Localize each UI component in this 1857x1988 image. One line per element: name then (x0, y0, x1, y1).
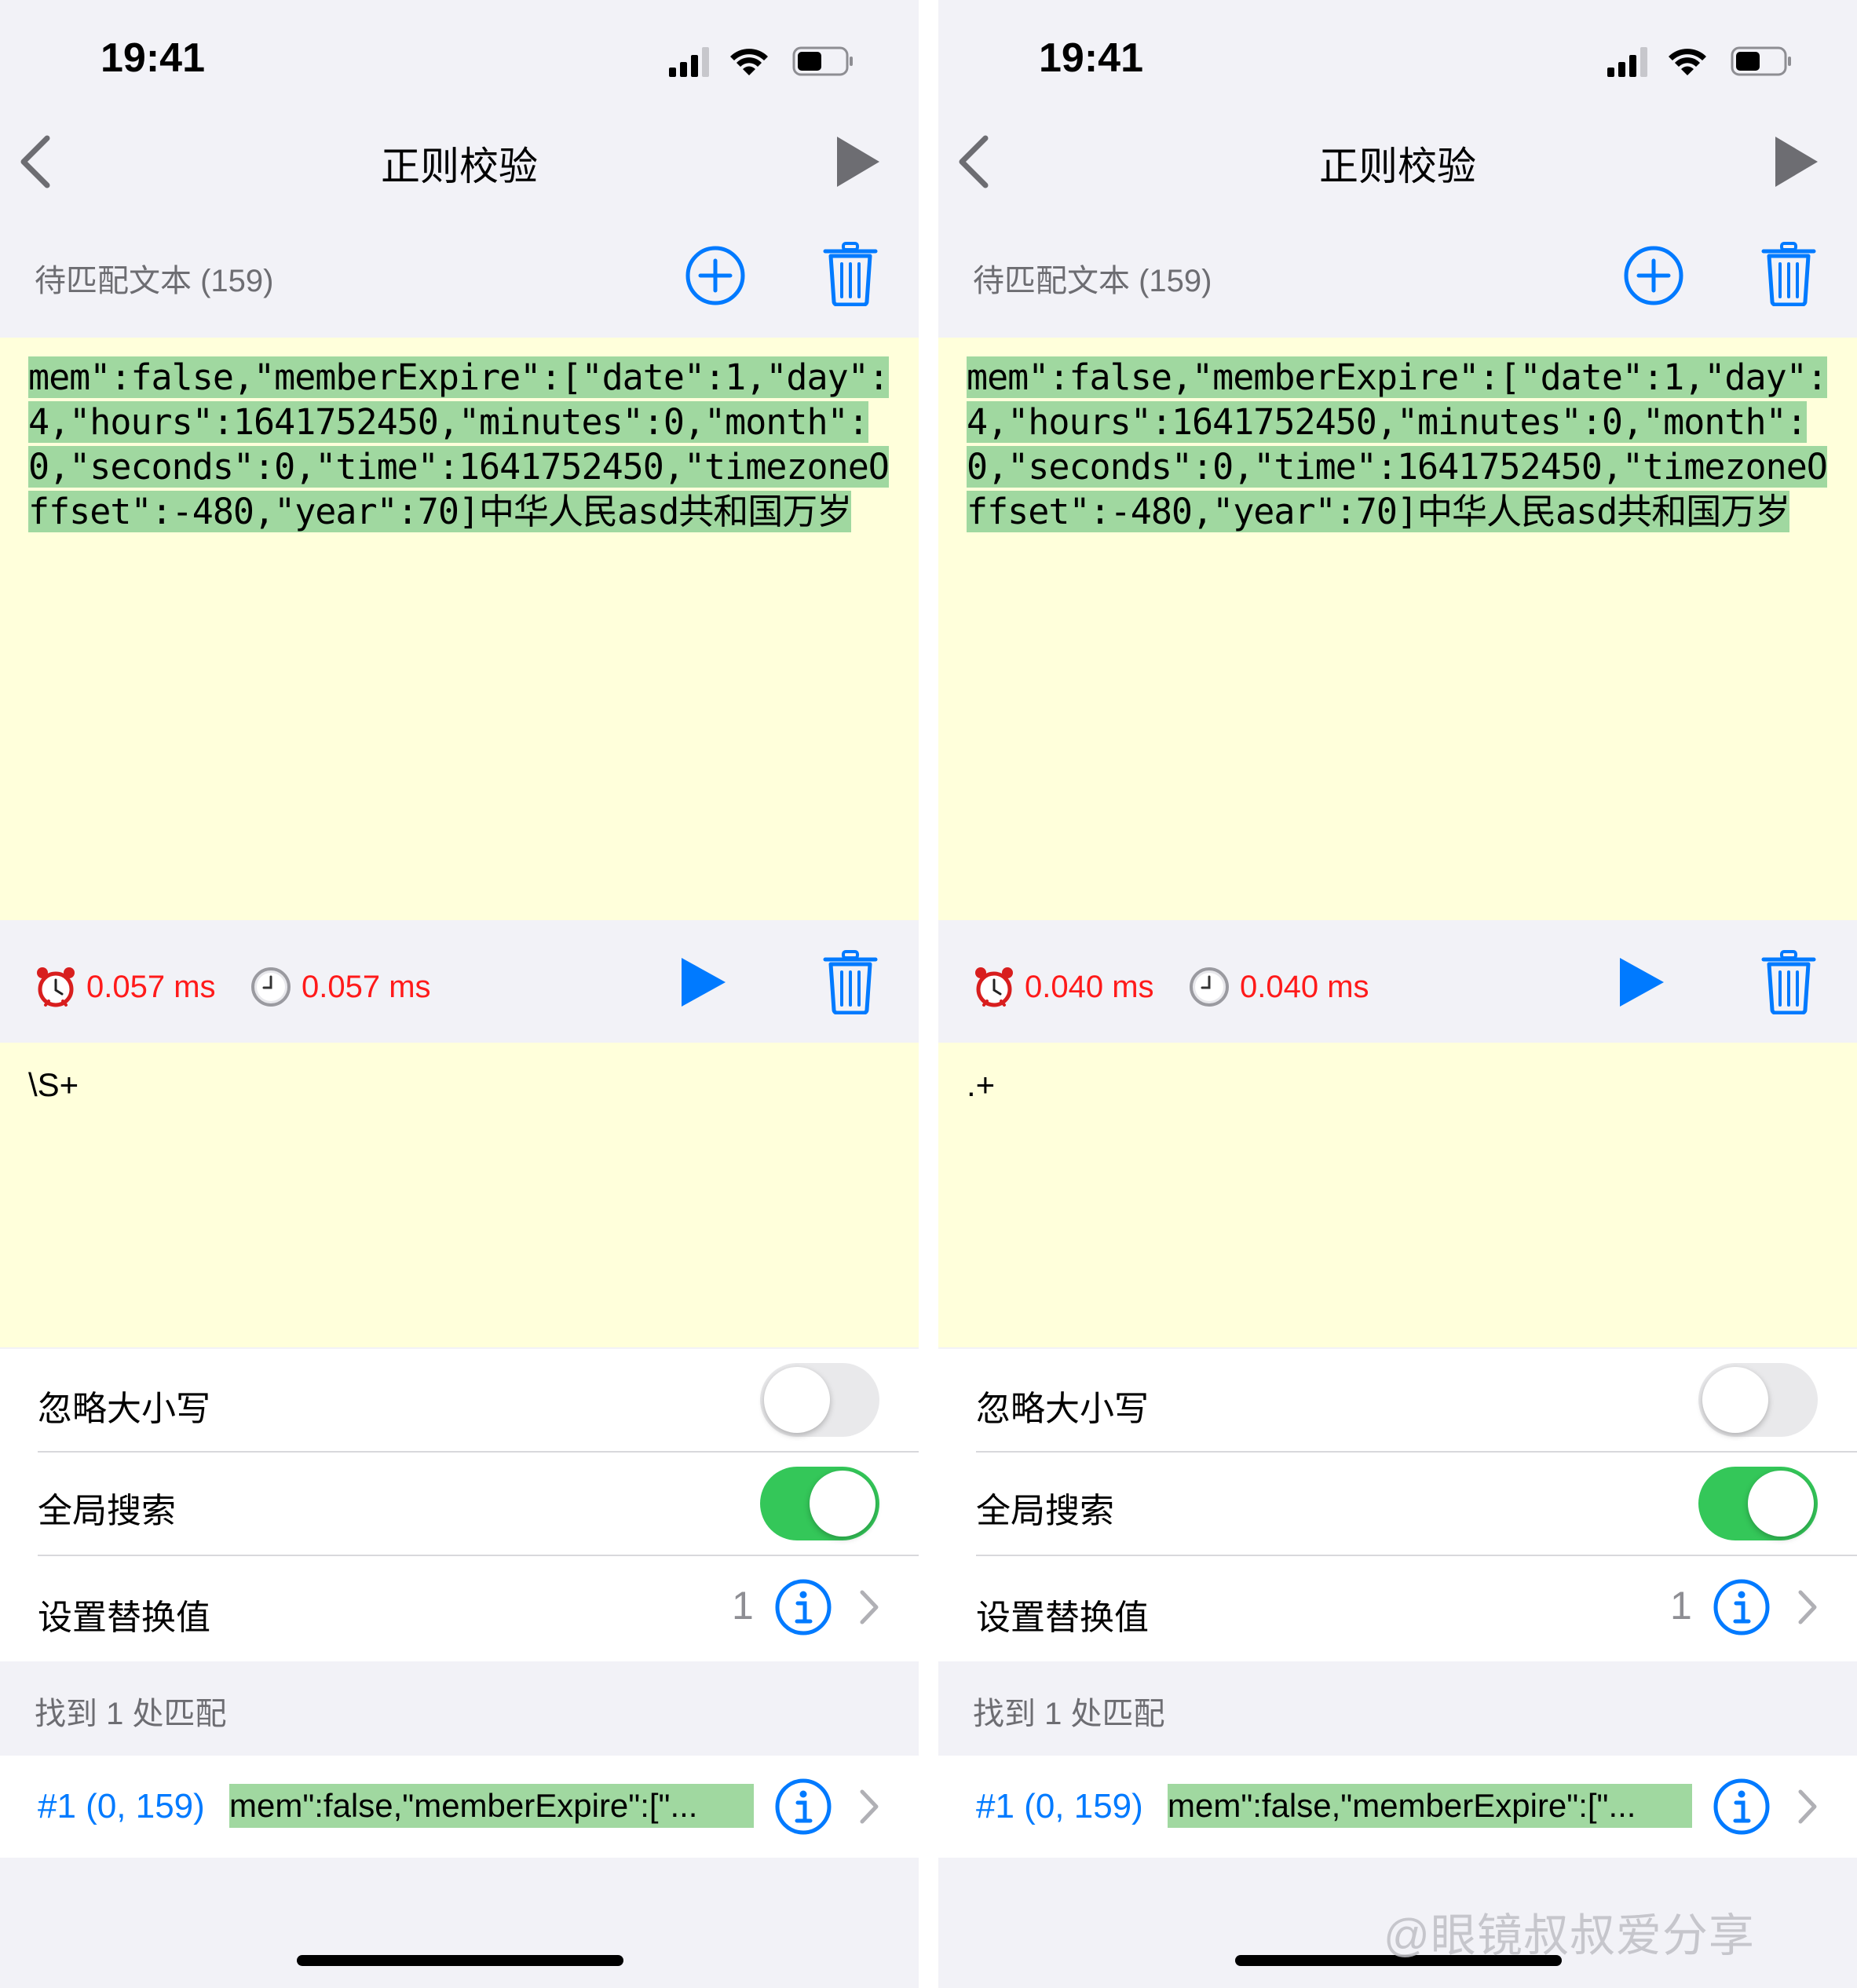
global-search-label: 全局搜索 (38, 1492, 176, 1530)
signal-icon (1607, 47, 1647, 77)
regex-editor[interactable]: .+ (938, 1043, 1857, 1347)
info-icon[interactable] (774, 1778, 832, 1836)
ignore-case-label: 忽略大小写 (976, 1390, 1149, 1428)
match-preview: mem":false,"memberExpire":["... (1168, 1784, 1692, 1828)
watermark: @眼镜叔叔爱分享 (1384, 1910, 1755, 1961)
match-preview: mem":false,"memberExpire":["... (229, 1784, 754, 1828)
add-circle-icon[interactable] (1623, 245, 1684, 306)
ignore-case-row[interactable]: 忽略大小写 (0, 1349, 919, 1451)
replace-value-row[interactable]: 设置替换值 1 (938, 1556, 1857, 1658)
timing-exec: 0.040 ms (1188, 966, 1369, 1008)
timing-exec: 0.057 ms (250, 966, 431, 1008)
chevron-right-icon (1798, 1789, 1817, 1824)
global-search-toggle[interactable] (760, 1467, 879, 1540)
info-icon[interactable] (774, 1578, 832, 1636)
trash-icon[interactable] (1761, 950, 1816, 1014)
phone-screen-right: 19:41 正则校验 待匹配文本 (159) mem":false,"membe… (938, 0, 1857, 1988)
timing-total: 0.057 ms (35, 966, 216, 1008)
match-index: #1 (0, 159) (38, 1787, 205, 1825)
regex-input[interactable]: \S+ (28, 1066, 79, 1104)
status-time: 19:41 (1039, 35, 1143, 81)
target-text-editor[interactable]: mem":false,"memberExpire":["date":1,"day… (0, 338, 919, 920)
match-result-row[interactable]: #1 (0, 159) mem":false,"memberExpire":["… (0, 1756, 919, 1858)
status-time: 19:41 (101, 35, 205, 81)
timing-total-value: 0.057 ms (86, 969, 216, 1004)
clock-icon (1190, 967, 1229, 1007)
regex-editor[interactable]: \S+ (0, 1043, 919, 1347)
global-search-label: 全局搜索 (976, 1492, 1114, 1530)
global-search-row[interactable]: 全局搜索 (938, 1453, 1857, 1555)
match-index: #1 (0, 159) (976, 1787, 1143, 1825)
options-list: 忽略大小写 全局搜索 设置替换值 1 (0, 1349, 919, 1661)
target-text-label: 待匹配文本 (159) (973, 264, 1212, 298)
match-result-row[interactable]: #1 (0, 159) mem":false,"memberExpire":["… (938, 1756, 1857, 1858)
global-search-row[interactable]: 全局搜索 (0, 1453, 919, 1555)
chevron-right-icon (860, 1789, 879, 1824)
trash-icon[interactable] (823, 950, 878, 1014)
info-icon[interactable] (1713, 1778, 1771, 1836)
replace-value: 1 (1670, 1584, 1692, 1628)
timing-total: 0.040 ms (973, 966, 1154, 1008)
ignore-case-toggle[interactable] (1698, 1363, 1818, 1437)
phone-screen-left: 19:41 正则校验 待匹配文本 (159) mem":false,"membe… (0, 0, 919, 1988)
play-icon[interactable] (1772, 135, 1819, 188)
options-list: 忽略大小写 全局搜索 设置替换值 1 (938, 1349, 1857, 1661)
match-highlight: mem":false,"memberExpire":["date":1,"day… (967, 356, 1828, 532)
ignore-case-toggle[interactable] (760, 1363, 879, 1437)
battery-icon (792, 46, 853, 76)
match-highlight: mem":false,"memberExpire":["date":1,"day… (28, 356, 890, 532)
page-title: 正则校验 (381, 144, 538, 188)
run-play-icon[interactable] (680, 956, 727, 1008)
clock-icon (251, 967, 291, 1007)
status-icons (1607, 46, 1791, 77)
signal-icon (669, 47, 709, 77)
global-search-toggle[interactable] (1698, 1467, 1818, 1540)
match-count-label: 找到 1 处匹配 (973, 1697, 1165, 1731)
match-results-list: #1 (0, 159) mem":false,"memberExpire":["… (0, 1756, 919, 1858)
info-icon[interactable] (1713, 1578, 1771, 1636)
trash-icon[interactable] (823, 242, 878, 306)
timing-total-value: 0.040 ms (1025, 969, 1154, 1004)
wifi-icon (1669, 49, 1706, 75)
wifi-icon (730, 49, 768, 75)
alarm-clock-icon (975, 967, 1013, 1007)
target-text-label: 待匹配文本 (159) (35, 264, 274, 298)
page-title: 正则校验 (1319, 144, 1476, 188)
chevron-right-icon (860, 1590, 879, 1624)
alarm-clock-icon (37, 967, 75, 1007)
ignore-case-row[interactable]: 忽略大小写 (938, 1349, 1857, 1451)
chevron-right-icon (1798, 1590, 1817, 1624)
home-indicator (297, 1955, 623, 1966)
regex-input[interactable]: .+ (967, 1066, 995, 1104)
replace-value-label: 设置替换值 (976, 1599, 1149, 1637)
ignore-case-label: 忽略大小写 (38, 1390, 210, 1428)
timing-exec-value: 0.057 ms (302, 969, 431, 1004)
status-icons (669, 46, 853, 77)
trash-icon[interactable] (1761, 242, 1816, 306)
timing-exec-value: 0.040 ms (1240, 969, 1369, 1004)
run-play-icon[interactable] (1618, 956, 1665, 1008)
match-results-list: #1 (0, 159) mem":false,"memberExpire":["… (938, 1756, 1857, 1858)
add-circle-icon[interactable] (685, 245, 746, 306)
battery-icon (1731, 46, 1791, 76)
replace-value-row[interactable]: 设置替换值 1 (0, 1556, 919, 1658)
replace-value: 1 (732, 1584, 754, 1628)
replace-value-label: 设置替换值 (38, 1599, 210, 1637)
match-count-label: 找到 1 处匹配 (35, 1697, 227, 1731)
play-icon[interactable] (834, 135, 881, 188)
target-text-editor[interactable]: mem":false,"memberExpire":["date":1,"day… (938, 338, 1857, 920)
